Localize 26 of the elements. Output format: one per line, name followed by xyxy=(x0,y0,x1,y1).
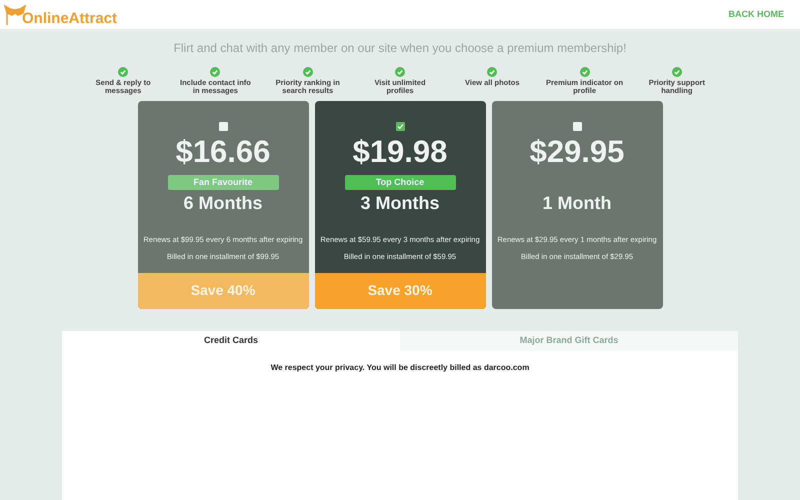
check-icon xyxy=(395,67,405,77)
plan-checkbox[interactable] xyxy=(572,122,582,131)
plan-duration: 1 Month xyxy=(542,194,612,212)
check-icon xyxy=(118,67,128,77)
plan-badge: Fan Favourite xyxy=(168,174,278,190)
check-icon xyxy=(672,67,682,77)
plan-price: $19.98 xyxy=(352,136,448,167)
savings-banner: Save 30% xyxy=(314,272,486,309)
savings-banner: Save 40% xyxy=(138,272,308,309)
headline: Flirt and chat with any member on our site when you choose a premium membership! xyxy=(172,40,628,57)
plan-duration: 6 Months xyxy=(184,194,262,212)
logo-text: OnlineAttract xyxy=(22,10,118,26)
plan-checkbox[interactable] xyxy=(218,122,228,131)
privacy-note: We respect your privacy. You will be discreetly billed as darcoo.com xyxy=(270,362,530,374)
plan-checkbox[interactable] xyxy=(396,122,404,131)
plan-price: $16.66 xyxy=(176,136,270,167)
check-icon xyxy=(210,67,220,77)
check-icon xyxy=(580,67,590,77)
plan-price: $29.95 xyxy=(530,136,624,167)
check-icon xyxy=(302,67,313,77)
plan-duration: 3 Months xyxy=(360,194,440,212)
payment-tab[interactable]: Major Brand Gift Cards xyxy=(400,330,738,351)
checkmark-icon xyxy=(396,122,404,130)
check-icon xyxy=(487,67,498,77)
plan-badge: Top Choice xyxy=(344,174,456,190)
back-home-link[interactable]: BACK HOME xyxy=(728,8,784,22)
